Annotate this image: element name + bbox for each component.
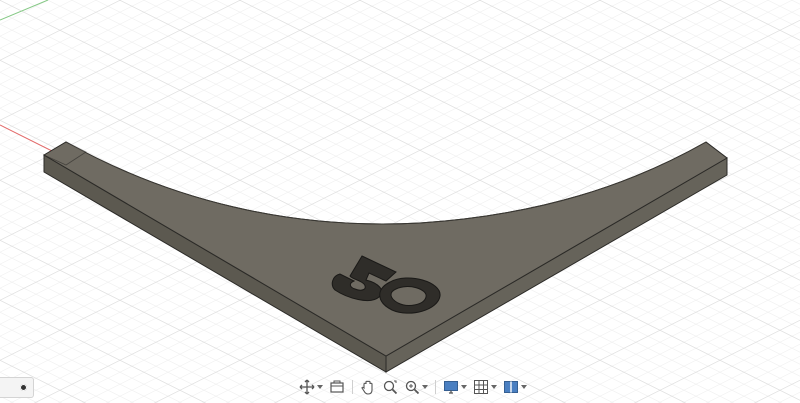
display-settings-icon xyxy=(444,381,458,394)
zoom-button[interactable] xyxy=(380,377,400,397)
display-settings-button[interactable] xyxy=(441,377,469,397)
toolbar-separator xyxy=(435,380,436,394)
chevron-down-icon xyxy=(521,385,527,389)
orbit-move-icon xyxy=(299,379,315,395)
pan-hand-icon xyxy=(361,380,373,395)
chevron-down-icon xyxy=(491,385,497,389)
look-at-icon xyxy=(330,380,344,393)
pan-button[interactable] xyxy=(358,377,378,397)
orbit-button[interactable] xyxy=(297,377,325,397)
viewports-icon xyxy=(504,381,518,393)
chevron-down-icon xyxy=(317,385,323,389)
look-at-button[interactable] xyxy=(327,377,347,397)
viewports-button[interactable] xyxy=(501,377,529,397)
grid-snaps-icon xyxy=(474,380,488,394)
zoom-icon xyxy=(383,380,398,395)
3d-canvas[interactable] xyxy=(0,0,800,403)
canvas-svg[interactable] xyxy=(0,0,800,403)
chevron-down-icon xyxy=(461,385,467,389)
display-settings-icon xyxy=(20,384,27,391)
toolbar-separator xyxy=(352,380,353,394)
grid-snaps-button[interactable] xyxy=(471,377,499,397)
navigation-toolbar xyxy=(297,377,529,397)
display-settings-toggle[interactable] xyxy=(0,377,34,398)
chevron-down-icon xyxy=(422,385,428,389)
zoom-window-button[interactable] xyxy=(402,377,430,397)
zoom-window-icon xyxy=(405,380,420,395)
